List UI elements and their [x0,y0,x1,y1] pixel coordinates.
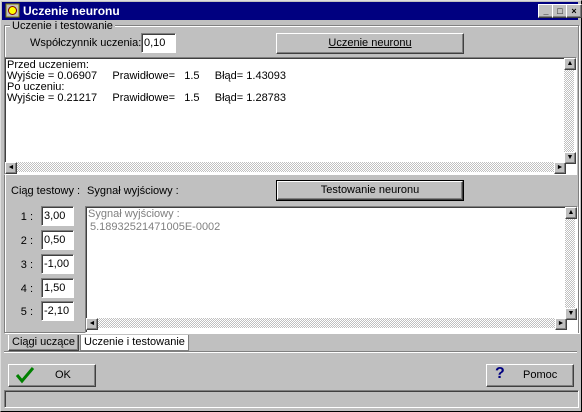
output-signal-box[interactable]: Sygnał wyjściowy : 5.18932521471005E-000… [85,206,578,333]
scroll-left-icon[interactable]: ◄ [5,162,17,174]
scroll-left-icon[interactable]: ◄ [86,318,98,330]
help-question-icon: ? [495,365,505,382]
help-label: Pomoc [523,369,558,381]
ok-label: OK [55,369,71,381]
test-button[interactable]: Testowanie neuronu [276,180,464,201]
test-input-1[interactable]: 3,00 [41,206,74,226]
learning-rate-input[interactable]: 0,10 [141,33,176,53]
test-index: 5 : [20,306,33,318]
test-input-2[interactable]: 0,50 [41,230,74,250]
learning-rate-label: Współczynnik uczenia: [30,37,142,49]
test-sequence-label: Ciąg testowy : [11,185,81,197]
training-log-vscrollbar[interactable]: ▲ ▼ [564,58,576,164]
app-icon [5,3,20,18]
training-log[interactable]: Przed uczeniem: Wyjście = 0.06907 Prawid… [4,57,577,175]
scroll-right-icon[interactable]: ► [554,162,566,174]
window-title: Uczenie neuronu [23,4,120,18]
test-index: 4 : [20,283,33,295]
tab-training-sequences[interactable]: Ciągi uczące [8,335,79,351]
test-input-5[interactable]: -2,10 [41,301,74,321]
training-log-text: Przed uczeniem: Wyjście = 0.06907 Prawid… [7,59,287,104]
test-index: 3 : [20,259,33,271]
output-signal-label: Sygnał wyjściowy : [87,185,179,197]
test-index: 2 : [20,235,33,247]
close-icon: × [571,6,577,16]
output-hscrollbar[interactable]: ◄ ► [86,318,567,330]
ok-button[interactable]: OK [8,364,96,387]
scroll-up-icon[interactable]: ▲ [565,207,577,219]
output-vscrollbar[interactable]: ▲ ▼ [565,207,577,320]
test-index: 1 : [20,211,33,223]
close-button[interactable]: × [566,4,582,18]
scroll-up-icon[interactable]: ▲ [564,58,576,70]
output-title: Sygnał wyjściowy : [88,208,180,220]
status-bar [4,390,579,408]
checkmark-icon [15,366,35,390]
tab-training-testing[interactable]: Uczenie i testowanie [80,335,189,351]
training-log-hscrollbar[interactable]: ◄ ► [5,162,566,174]
scroll-right-icon[interactable]: ► [555,318,567,330]
test-input-4[interactable]: 1,50 [41,278,74,298]
train-button-label: Uczenie neuronu [328,37,412,49]
minimize-icon: _ [543,6,549,16]
help-button[interactable]: ? Pomoc [486,364,574,387]
maximize-icon: □ [557,6,563,16]
group-label: Uczenie i testowanie [10,20,115,32]
title-bar[interactable]: Uczenie neuronu _ □ × [2,2,582,20]
output-value: 5.18932521471005E-0002 [90,221,221,233]
separator [4,351,577,353]
test-input-3[interactable]: -1,00 [41,254,74,274]
train-button[interactable]: Uczenie neuronu [276,33,464,54]
